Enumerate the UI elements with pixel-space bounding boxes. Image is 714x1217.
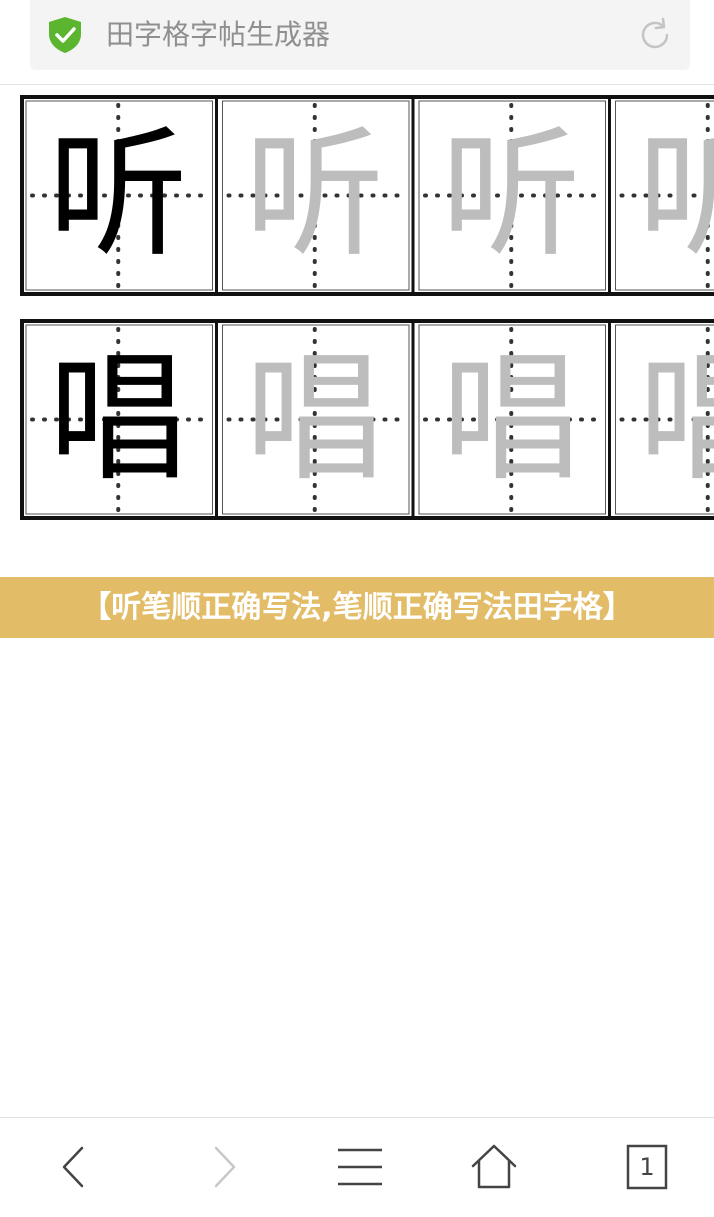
tabs-button[interactable]: 1 — [622, 1142, 672, 1192]
banner-title: 【听笔顺正确写法,笔顺正确写法田字格】 — [0, 577, 714, 638]
reload-icon[interactable] — [636, 16, 674, 54]
title-banner: 【听笔顺正确写法,笔顺正确写法田字格】 — [0, 577, 714, 638]
page-title[interactable]: 田字格字帖生成器 — [106, 16, 330, 54]
address-bar: 田字格字帖生成器 — [0, 0, 714, 85]
shield-check-icon — [47, 16, 83, 54]
grid-cell-char: 唱 — [610, 319, 714, 520]
home-icon[interactable] — [469, 1142, 519, 1192]
practice-row: 听 听 听 听 — [20, 95, 714, 296]
practice-row: 唱 唱 唱 唱 — [20, 319, 714, 520]
grid-cell-char: 听 — [413, 95, 609, 296]
grid-cell-char: 听 — [217, 95, 413, 296]
chevron-left-icon[interactable] — [48, 1142, 98, 1192]
grid-cell-char: 唱 — [413, 319, 609, 520]
bottom-nav: 1 — [0, 1117, 714, 1217]
grid-cell-char: 唱 — [20, 319, 216, 520]
tabs-count: 1 — [622, 1142, 672, 1192]
grid-cell-char: 唱 — [217, 319, 413, 520]
grid-cell-char: 听 — [20, 95, 216, 296]
grid-cell-char: 听 — [610, 95, 714, 296]
chevron-right-icon[interactable] — [200, 1142, 250, 1192]
hamburger-menu-icon[interactable] — [335, 1142, 385, 1192]
